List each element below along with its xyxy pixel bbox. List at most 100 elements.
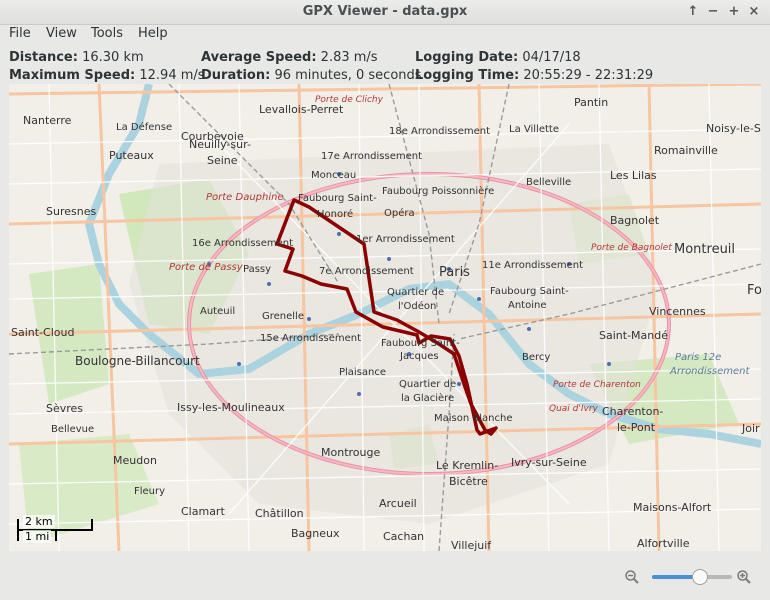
- map-label: 15e Arrondissement: [260, 333, 361, 344]
- logging-time-value: 20:55:29 - 22:31:29: [523, 68, 654, 83]
- map-label: Auteuil: [200, 306, 235, 317]
- map-label: Arrondissement: [669, 366, 750, 377]
- maximize-button[interactable]: +: [725, 3, 743, 21]
- map-label: Alfortville: [637, 537, 690, 550]
- map-label: Châtillon: [255, 507, 304, 520]
- map-view[interactable]: Nanterre Courbevoie Levallois-Perret Pan…: [9, 84, 761, 551]
- keep-above-button[interactable]: ↑: [684, 3, 702, 21]
- zoom-slider[interactable]: [652, 569, 732, 585]
- map-label: Bercy: [522, 352, 550, 363]
- map-label: Villejuif: [451, 539, 492, 551]
- map-label: Belleville: [526, 177, 571, 188]
- menu-file[interactable]: File: [9, 26, 31, 41]
- distance-value: 16.30 km: [82, 50, 144, 65]
- menu-help[interactable]: Help: [138, 26, 168, 41]
- map-label: Faubourg Saint-: [381, 338, 460, 349]
- map-label: Seine: [207, 154, 238, 167]
- zoom-in-icon[interactable]: [736, 569, 752, 585]
- duration-value: 96 minutes, 0 seconds: [274, 68, 422, 83]
- map-label: Fleury: [134, 486, 165, 497]
- map-label: Faubourg Saint-: [490, 286, 569, 297]
- minimize-button[interactable]: −: [704, 3, 722, 21]
- map-label: 17e Arrondissement: [321, 151, 422, 162]
- map-label: Meudon: [113, 454, 157, 467]
- map-label: Antoine: [508, 300, 547, 311]
- map-label: Joir: [741, 422, 760, 435]
- map-label: le-Pont: [617, 421, 656, 434]
- map-label: Boulogne-Billancourt: [75, 354, 200, 368]
- map-label: Cachan: [383, 530, 424, 543]
- map-label: 1er Arrondissement: [356, 234, 455, 245]
- zoom-slider-knob[interactable]: [692, 569, 708, 585]
- map-label: la Glacière: [401, 392, 454, 404]
- map-label: 18e Arrondissement: [389, 126, 490, 137]
- map-label: Paris: [439, 265, 470, 280]
- map-label: Nanterre: [23, 114, 72, 127]
- logging-date-stat: Logging Date: 04/17/18: [415, 50, 581, 65]
- map-label: Montreuil: [674, 242, 735, 257]
- map-label: Porte Dauphine: [206, 192, 284, 203]
- map-label: Opéra: [384, 207, 415, 219]
- map-label: Clamart: [181, 505, 225, 518]
- map-label: Bellevue: [51, 424, 94, 435]
- map-label: Quai d'Ivry: [549, 404, 599, 414]
- avg-speed-value: 2.83 m/s: [320, 50, 378, 65]
- map-label: Jacques: [399, 351, 439, 362]
- zoom-out-icon[interactable]: [624, 569, 640, 585]
- logging-time-stat: Logging Time: 20:55:29 - 22:31:29: [415, 68, 653, 83]
- map-label: Grenelle: [262, 311, 304, 322]
- menu-bar: File View Tools Help: [0, 24, 770, 46]
- map-label: Montrouge: [321, 446, 380, 459]
- map-canvas[interactable]: Nanterre Courbevoie Levallois-Perret Pan…: [9, 84, 761, 551]
- map-label: Quartier de: [387, 287, 444, 298]
- close-button[interactable]: ×: [745, 3, 763, 21]
- map-label: Porte de Passy: [169, 262, 244, 273]
- map-label: Passy: [243, 264, 271, 275]
- distance-label: Distance:: [9, 50, 78, 65]
- max-speed-stat: Maximum Speed: 12.94 m/s: [9, 68, 205, 83]
- duration-label: Duration:: [201, 68, 271, 83]
- max-speed-value: 12.94 m/s: [139, 68, 205, 83]
- map-label: Issy-les-Moulineaux: [177, 401, 285, 414]
- map-label: Quartier de: [399, 379, 456, 390]
- menu-view[interactable]: View: [46, 26, 77, 41]
- map-label: Porte de Clichy: [315, 95, 384, 105]
- map-label: La Défense: [116, 121, 172, 133]
- map-label: 7e Arrondissement: [319, 266, 414, 277]
- map-label: Maisons-Alfort: [633, 501, 712, 514]
- window-title: GPX Viewer - data.gpx: [302, 4, 468, 19]
- map-label: Sèvres: [46, 402, 83, 415]
- avg-speed-label: Average Speed:: [201, 50, 317, 65]
- map-label: Porte de Charenton: [553, 380, 641, 390]
- map-label: Bagneux: [291, 527, 340, 540]
- map-label: Plaisance: [339, 367, 386, 378]
- avg-speed-stat: Average Speed: 2.83 m/s: [201, 50, 378, 65]
- map-label: Arcueil: [379, 497, 417, 510]
- track-stats: Distance: 16.30 km Average Speed: 2.83 m…: [0, 46, 770, 84]
- menu-tools[interactable]: Tools: [91, 26, 123, 41]
- scale-bar: 2 km 1 mi: [17, 515, 93, 543]
- logging-date-label: Logging Date:: [415, 50, 519, 65]
- map-label: Maison Blanche: [434, 413, 512, 424]
- map-label: Ivry-sur-Seine: [511, 456, 587, 469]
- map-label: Le Kremlin-: [436, 459, 498, 472]
- map-label: Fo: [747, 283, 761, 298]
- map-label: Charenton-: [602, 405, 663, 418]
- map-label: Honoré: [317, 208, 353, 220]
- map-label: Saint-Mandé: [599, 329, 668, 342]
- max-speed-label: Maximum Speed:: [9, 68, 136, 83]
- map-label: Suresnes: [46, 205, 96, 218]
- logging-date-value: 04/17/18: [522, 50, 581, 65]
- distance-stat: Distance: 16.30 km: [9, 50, 144, 65]
- scale-km-label: 2 km: [23, 515, 55, 528]
- map-label: Bagnolet: [610, 214, 660, 227]
- map-label: Porte de Bagnolet: [591, 243, 672, 253]
- map-label: Monceau: [311, 170, 356, 181]
- map-label: Vincennes: [649, 305, 706, 318]
- map-label: 11e Arrondissement: [482, 260, 583, 271]
- map-label: 16e Arrondissement: [192, 238, 293, 249]
- map-label: Faubourg Poissonnière: [382, 185, 494, 197]
- zoom-bar: [0, 551, 770, 600]
- duration-stat: Duration: 96 minutes, 0 seconds: [201, 68, 422, 83]
- map-label: Faubourg Saint-: [298, 193, 377, 204]
